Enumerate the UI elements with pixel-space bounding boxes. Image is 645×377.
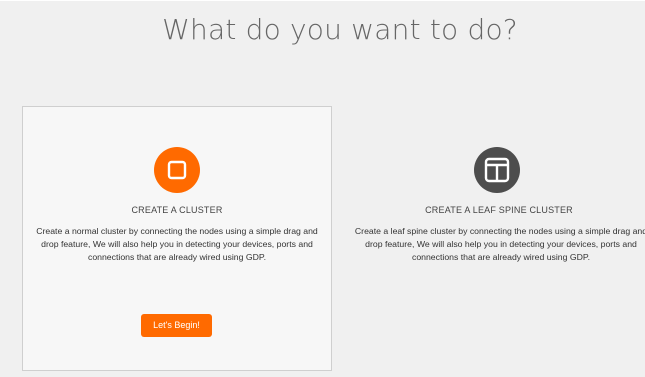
- cluster-square-icon: [154, 147, 200, 193]
- card-description: Create a leaf spine cluster by connectin…: [354, 226, 645, 262]
- card-heading: CREATE A LEAF SPINE CLUSTER: [425, 205, 573, 215]
- create-leaf-spine-card[interactable]: CREATE A LEAF SPINE CLUSTER Create a lea…: [340, 106, 645, 371]
- create-cluster-card[interactable]: CREATE A CLUSTER Create a normal cluster…: [22, 106, 332, 371]
- lets-begin-button[interactable]: Let's Begin!: [141, 314, 212, 337]
- leaf-spine-icon: [474, 147, 520, 193]
- card-description: Create a normal cluster by connecting th…: [36, 226, 318, 262]
- card-heading: CREATE A CLUSTER: [131, 205, 223, 215]
- cluster-type-page: What do you want to do? CREATE A CLUSTER…: [0, 0, 645, 377]
- page-title: What do you want to do?: [162, 13, 518, 46]
